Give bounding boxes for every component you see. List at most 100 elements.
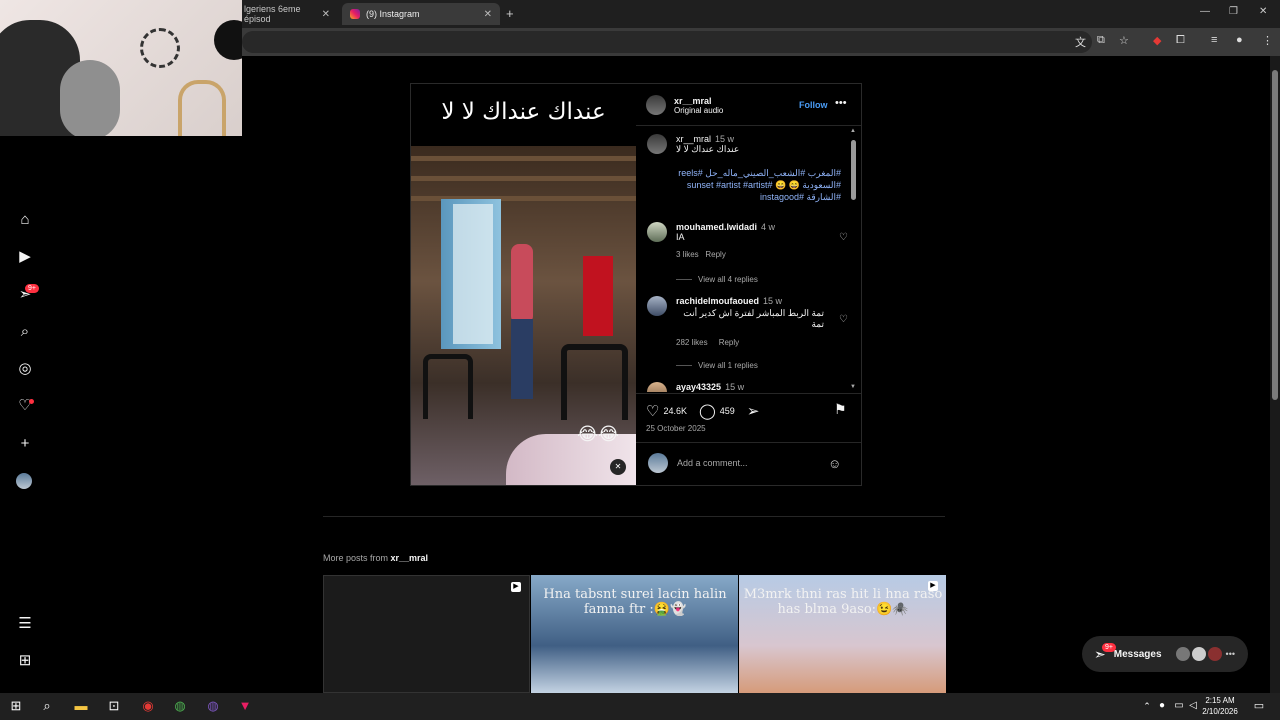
caption-text: عنداك عنداك لا لا: [676, 144, 740, 154]
hashtags[interactable]: #المغرب #الشعب_الصيني_ماله_حل #reels #ال…: [676, 167, 841, 203]
minimize-button[interactable]: —: [1200, 6, 1210, 17]
microphone-icon[interactable]: ●: [1153, 697, 1171, 715]
view-replies-button[interactable]: View all 1 replies: [676, 361, 758, 370]
close-tab-icon[interactable]: ✕: [322, 9, 330, 20]
app-icon[interactable]: ◉: [139, 697, 157, 715]
reply-button[interactable]: Reply: [705, 250, 725, 259]
notification-badge: 9+: [25, 284, 39, 293]
scroll-up-icon[interactable]: ▲: [850, 128, 856, 134]
author-avatar[interactable]: [647, 134, 667, 154]
audio-label[interactable]: Original audio: [674, 106, 723, 115]
wall-mirror: [140, 28, 180, 68]
comments-scroll-thumb[interactable]: [851, 140, 856, 200]
comment-icon[interactable]: ◯: [699, 402, 716, 420]
person-torso: [511, 244, 533, 324]
profile-icon[interactable]: ●: [1236, 34, 1243, 46]
hashtags-line[interactable]: #الشارقة #instagood: [676, 191, 841, 203]
post-thumbnail[interactable]: Hna tabsnt surei lacin halin famna ftr :…: [531, 575, 738, 693]
emoji-icon[interactable]: ☺: [828, 456, 841, 471]
comment-username[interactable]: mouhamed.lwidadi: [676, 222, 757, 232]
tab-label: lgeriens 6eme épisod: [244, 4, 301, 24]
search-icon[interactable]: ⌕: [16, 323, 34, 341]
share-icon[interactable]: ➢: [747, 402, 760, 420]
comment-likes[interactable]: 282 likes: [676, 338, 708, 347]
post-media[interactable]: عنداك عنداك لا لا 😂😂 ✕: [411, 84, 636, 485]
hashtags-line[interactable]: #المغرب #الشعب_الصيني_ماله_حل #reels: [676, 167, 841, 179]
view-replies-button[interactable]: View all 4 replies: [676, 275, 758, 284]
translate-icon[interactable]: 文: [1075, 34, 1086, 50]
search-icon[interactable]: ⌕: [38, 697, 56, 715]
comment-username[interactable]: rachidelmoufaoued: [676, 296, 759, 306]
thumbnail-caption: M3mrk thni ras hit li hna raso has blma …: [743, 587, 943, 617]
webcam-overlay: [0, 0, 242, 136]
scroll-down-icon[interactable]: ▼: [850, 384, 856, 390]
close-window-button[interactable]: ✕: [1259, 6, 1267, 17]
address-bar[interactable]: [242, 31, 1092, 53]
caption-time: 15 w: [715, 134, 735, 144]
profile-avatar[interactable]: [16, 473, 32, 489]
comment-text: تمة الربط المباشر لفترة اش كدير أنت تمة: [683, 308, 824, 329]
comment-count[interactable]: 459: [720, 406, 735, 416]
notification-center-icon[interactable]: ▭: [1250, 697, 1268, 715]
like-count[interactable]: 24.6K: [663, 406, 687, 416]
person-arm: [60, 60, 120, 136]
comment-username[interactable]: ayay43325: [676, 382, 721, 392]
post-header: xr__mral Original audio: [646, 94, 723, 116]
more-options-icon[interactable]: •••: [835, 97, 847, 109]
more-posts-prefix: More posts from: [323, 553, 391, 563]
restore-button[interactable]: ❐: [1229, 6, 1238, 17]
menu-icon[interactable]: ☰: [16, 615, 34, 633]
author-username[interactable]: xr__mral: [674, 96, 723, 106]
system-clock[interactable]: 2:15 AM 2/10/2026: [1200, 695, 1240, 717]
more-posts-user[interactable]: xr__mral: [391, 553, 429, 563]
chrome-icon[interactable]: ◍: [171, 697, 189, 715]
like-icon[interactable]: ♡: [646, 402, 659, 420]
reply-button[interactable]: Reply: [719, 338, 739, 347]
close-tab-icon[interactable]: ✕: [484, 9, 492, 20]
hashtags-line[interactable]: #السعودية 😄 😄 #sunset #artist #artist: [676, 179, 841, 191]
messages-button[interactable]: ➣ 9+ Messages •••: [1082, 636, 1248, 672]
more-icon[interactable]: ⊞: [16, 652, 34, 670]
comment-text: IA: [676, 232, 685, 242]
thumbnail-caption: Hna tabsnt surei lacin halin famna ftr :…: [543, 587, 727, 617]
comment-likes[interactable]: 3 likes: [676, 250, 699, 259]
add-comment-input[interactable]: Add a comment...: [677, 458, 748, 468]
bookmark-star-icon[interactable]: ☆: [1119, 34, 1129, 47]
create-icon[interactable]: +: [16, 435, 34, 453]
contact-avatar: [1207, 647, 1222, 661]
install-app-icon[interactable]: ⧉: [1097, 34, 1105, 47]
commenter-avatar[interactable]: [647, 222, 667, 242]
follow-button[interactable]: Follow: [799, 100, 828, 110]
author-avatar[interactable]: [646, 95, 666, 115]
save-icon[interactable]: ⚑: [834, 401, 847, 418]
kebab-menu-icon[interactable]: ⋮: [1262, 34, 1273, 47]
post-thumbnail[interactable]: ▶ M3mrk thni ras hit li hna raso has blm…: [739, 575, 946, 693]
comments-scrollbar[interactable]: ▲ ▼: [850, 128, 858, 392]
like-comment-icon[interactable]: ♡: [839, 232, 848, 243]
page-scrollbar[interactable]: [1270, 56, 1280, 693]
store-icon[interactable]: ⊡: [105, 697, 123, 715]
tab-algeriens[interactable]: lgeriens 6eme épisod ✕: [236, 3, 338, 25]
like-comment-icon[interactable]: ♡: [839, 314, 848, 325]
new-tab-button[interactable]: +: [506, 6, 514, 21]
commenter-avatar[interactable]: [647, 296, 667, 316]
reels-icon[interactable]: ▶: [16, 248, 34, 266]
dark-shape: [214, 20, 242, 60]
tab-instagram[interactable]: (9) Instagram ✕: [342, 3, 500, 25]
scroll-thumb[interactable]: [1272, 70, 1278, 400]
post-thumbnail[interactable]: ▶: [323, 575, 530, 693]
home-icon[interactable]: ⌂: [16, 211, 34, 229]
media-controls-icon[interactable]: ≡: [1211, 34, 1217, 46]
file-explorer-icon[interactable]: ▬: [72, 697, 90, 715]
explore-icon[interactable]: ◎: [16, 360, 34, 378]
clock-time: 2:15 AM: [1205, 696, 1235, 705]
commenter-avatar[interactable]: [647, 382, 667, 392]
caption-username[interactable]: xr__mral: [676, 134, 711, 144]
chrome-profile-icon[interactable]: ◍: [204, 697, 222, 715]
pocket-icon[interactable]: ▼: [236, 697, 254, 715]
mute-icon[interactable]: ✕: [610, 459, 626, 475]
extensions-puzzle-icon[interactable]: ⧠: [1176, 34, 1185, 47]
start-icon[interactable]: ⊞: [7, 697, 25, 715]
extension-icon[interactable]: ◆: [1153, 34, 1161, 47]
instagram-favicon-icon: [350, 9, 360, 19]
